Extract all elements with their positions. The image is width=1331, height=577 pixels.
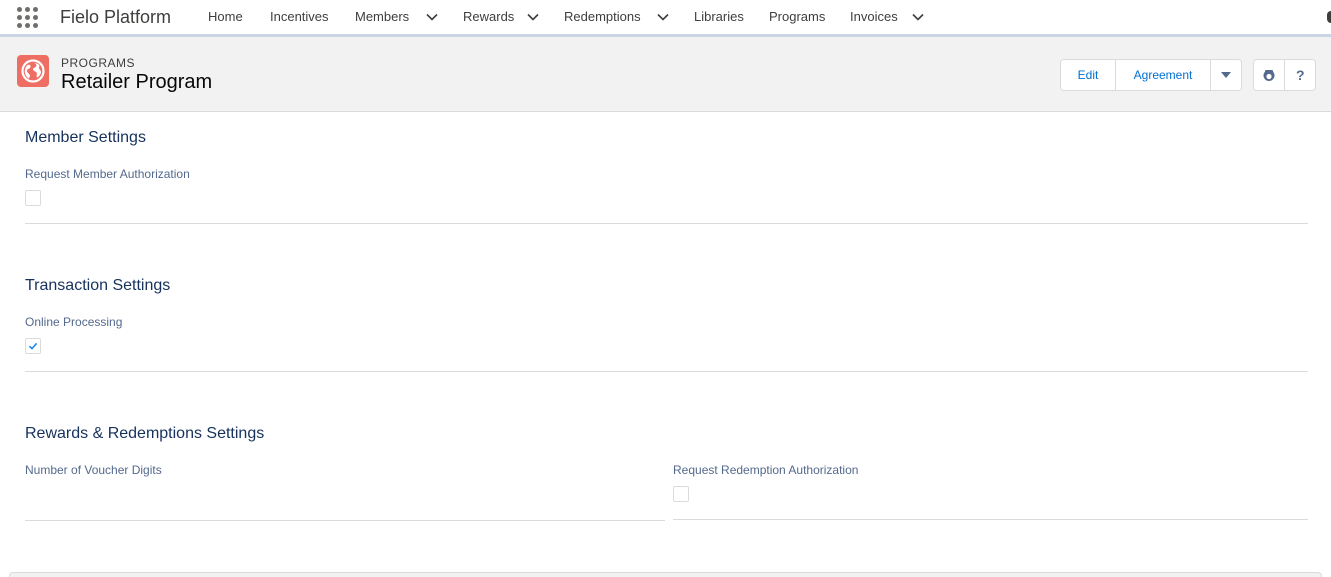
globe-icon [17, 55, 49, 87]
chevron-down-icon[interactable] [526, 10, 540, 24]
nav-item-rewards[interactable]: Rewards [463, 9, 514, 24]
chevron-down-icon[interactable] [911, 10, 925, 24]
app-launcher-icon[interactable] [17, 7, 39, 29]
app-name: Fielo Platform [60, 7, 172, 27]
edit-button[interactable]: Edit [1061, 60, 1115, 90]
field-label: Online Processing [25, 315, 123, 329]
nav-item-libraries[interactable]: Libraries [694, 9, 744, 24]
record-actions: Edit Agreement [1060, 59, 1242, 91]
record-title: Retailer Program [61, 71, 213, 93]
request-redemption-authorization-checkbox[interactable] [673, 486, 689, 502]
checkmark-icon [28, 342, 38, 350]
divider [25, 223, 1308, 224]
follow-icon [1263, 70, 1275, 81]
help-icon: ? [1295, 67, 1305, 83]
request-member-authorization-checkbox[interactable] [25, 190, 41, 206]
utility-buttons: ? [1253, 59, 1316, 91]
nav-item-home[interactable]: Home [208, 9, 243, 24]
divider [25, 520, 665, 521]
nav-overflow-edge [1327, 11, 1331, 23]
field-label: Request Redemption Authorization [673, 463, 859, 477]
entity-label: Programs [61, 56, 136, 70]
nav-item-redemptions[interactable]: Redemptions [564, 9, 641, 24]
caret-down-icon [1221, 72, 1231, 78]
chevron-down-icon[interactable] [425, 10, 439, 24]
section-title-transaction: Transaction Settings [25, 277, 171, 294]
nav-item-members[interactable]: Members [355, 9, 409, 24]
nav-item-invoices[interactable]: Invoices [850, 9, 898, 24]
record-header: Programs Retailer Program Edit Agreement… [0, 37, 1331, 112]
related-panel-edge [9, 572, 1322, 577]
chevron-down-icon[interactable] [656, 10, 670, 24]
follow-button[interactable] [1254, 60, 1284, 90]
online-processing-checkbox[interactable] [25, 338, 41, 354]
divider [673, 519, 1308, 520]
field-label: Request Member Authorization [25, 167, 190, 181]
nav-item-incentives[interactable]: Incentives [270, 9, 329, 24]
divider [25, 371, 1308, 372]
section-title-member: Member Settings [25, 129, 146, 146]
field-label: Number of Voucher Digits [25, 463, 162, 477]
help-button[interactable]: ? [1284, 60, 1315, 90]
more-actions-button[interactable] [1210, 60, 1241, 90]
global-nav: Fielo Platform Home Incentives Members R… [0, 0, 1331, 37]
nav-item-programs[interactable]: Programs [769, 9, 825, 24]
section-title-rewards: Rewards & Redemptions Settings [25, 425, 265, 442]
agreement-button[interactable]: Agreement [1115, 60, 1210, 90]
